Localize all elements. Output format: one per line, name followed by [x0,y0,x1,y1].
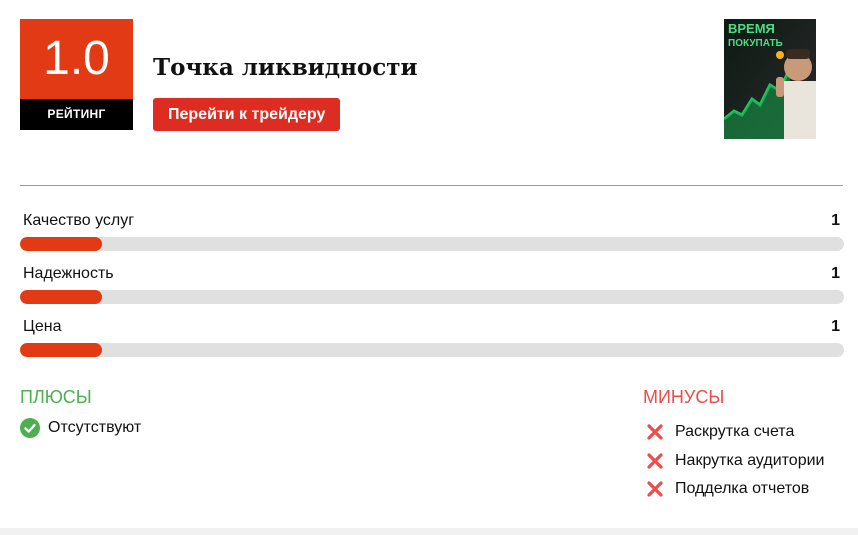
cons-title: МИНУСЫ [643,387,725,407]
cross-icon [647,424,663,440]
rating-box: 1.0 РЕЙТИНГ [20,19,133,130]
metric-value: 1 [831,212,840,229]
cons-item-label: Подделка отчетов [675,480,810,498]
header-divider [20,185,843,186]
pros-item-label: Отсутствуют [48,419,142,436]
metric-bar-fill [20,237,103,251]
cross-icon [647,453,663,469]
metric-bar-track [20,290,844,304]
trader-name: Точка ликвидности [153,54,418,81]
metric-label: Надежность [23,265,114,282]
pros-item: Отсутствуют [20,418,141,438]
thumbnail-image: ВРЕМЯ ПОКУПАТЬ [724,19,816,139]
pros-title: ПЛЮСЫ [20,387,92,407]
metric-value: 1 [831,318,840,335]
metric-bar-fill [20,343,103,357]
cons-item: Раскрутка счета [646,418,824,447]
rating-score: 1.0 [20,19,133,99]
thumbnail-line2: ПОКУПАТЬ [728,38,783,49]
cons-list: Раскрутка счета Накрутка аудитории Подде… [646,418,824,504]
metric-bar-track [20,343,844,357]
metric-value: 1 [831,265,840,282]
check-circle-icon [20,418,40,438]
cons-item-label: Накрутка аудитории [675,451,825,469]
metric-label: Цена [23,318,62,335]
cons-item: Накрутка аудитории [646,447,824,476]
footer-strip [0,528,858,535]
cons-item: Подделка отчетов [646,475,824,504]
metric-bar-track [20,237,844,251]
cross-icon [647,481,663,497]
thumbnail-line1: ВРЕМЯ [728,21,775,36]
metric-label: Качество услуг [23,212,135,229]
rating-label: РЕЙТИНГ [20,99,133,130]
cons-item-label: Раскрутка счета [675,423,795,441]
metric-bar-fill [20,290,103,304]
go-to-trader-button[interactable]: Перейти к трейдеру [153,98,341,131]
trader-thumbnail[interactable]: ВРЕМЯ ПОКУПАТЬ [724,19,816,139]
